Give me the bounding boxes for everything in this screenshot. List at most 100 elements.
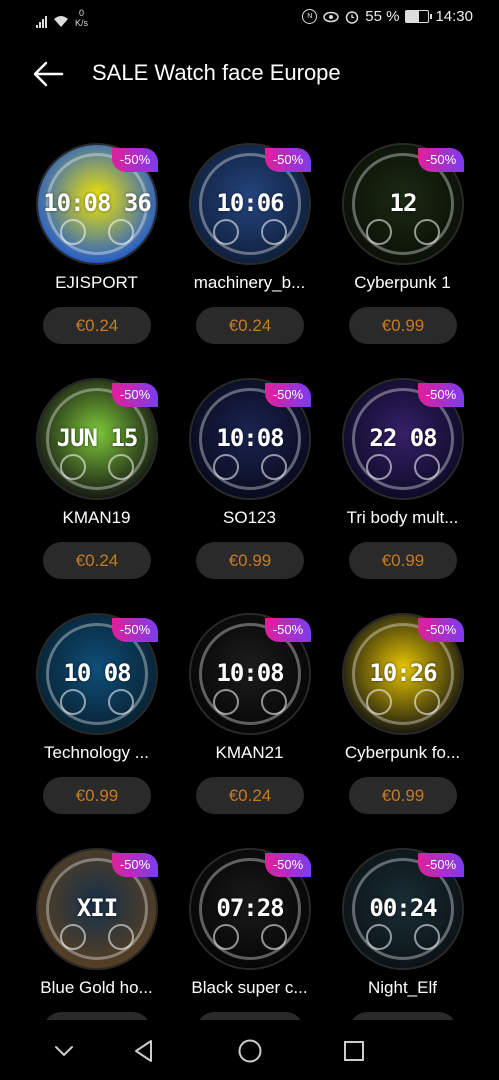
watch-face-name: Cyberpunk fo... [344, 743, 461, 762]
subdial [108, 454, 134, 480]
price-button[interactable]: €0.24 [196, 777, 304, 814]
watch-face-name: SO123 [223, 508, 276, 527]
subdial [366, 219, 392, 245]
subdial [213, 219, 239, 245]
watch-face-time: 00:24 [369, 894, 437, 922]
watch-face-time: XII [76, 894, 118, 922]
nav-home-button[interactable] [236, 1037, 264, 1065]
watch-face-card[interactable]: XII -50% Blue Gold ho... [20, 845, 173, 1040]
square-recents-icon [344, 1041, 364, 1061]
subdial [213, 924, 239, 950]
subdial [366, 924, 392, 950]
nfc-icon: N [302, 9, 318, 24]
signal-icon [36, 14, 47, 28]
page-title: SALE Watch face Europe [92, 60, 341, 85]
hide-nav-button[interactable] [50, 1037, 78, 1065]
subdial [414, 689, 440, 715]
watch-face-name: machinery_b... [193, 273, 306, 292]
nav-back-button[interactable] [130, 1037, 158, 1065]
watch-face-name: Tri body mult... [346, 508, 459, 527]
subdial [414, 454, 440, 480]
watch-face-time: 12 [389, 189, 418, 217]
watch-face-card[interactable]: 10 08 -50% Technology ... €0.99 [20, 610, 173, 845]
subdial [60, 219, 86, 245]
eye-icon [323, 11, 339, 22]
watch-face-time: 10:08 [216, 424, 284, 452]
subdial [261, 219, 287, 245]
watch-face-time: JUN 15 [56, 424, 139, 452]
price-button[interactable]: €0.99 [349, 777, 457, 814]
subdial [60, 454, 86, 480]
watch-face-grid: 10:08 36 -50% EJISPORT €0.24 10:06 -50% machin… [20, 140, 479, 1040]
watch-face-time: 10:08 [216, 659, 284, 687]
wifi-icon [54, 16, 68, 27]
discount-badge: -50% [112, 853, 158, 877]
watch-face-time: 10:26 [369, 659, 437, 687]
network-speed: 0 K/s [75, 8, 89, 28]
watch-face-name: Night_Elf [368, 978, 437, 997]
subdial [261, 454, 287, 480]
watch-face-name: Technology ... [44, 743, 149, 762]
subdial [213, 689, 239, 715]
discount-badge: -50% [112, 148, 158, 172]
watch-face-name: Cyberpunk 1 [354, 273, 451, 292]
discount-badge: -50% [265, 618, 311, 642]
watch-face-card[interactable]: 12 -50% Cyberpunk 1 €0.99 [326, 140, 479, 375]
price-button[interactable]: €0.24 [196, 307, 304, 344]
watch-face-card[interactable]: 00:24 -50% Night_Elf [326, 845, 479, 1040]
watch-face-time: 22 08 [369, 424, 437, 452]
subdial [108, 219, 134, 245]
watch-face-card[interactable]: 10:26 -50% Cyberpunk fo... €0.99 [326, 610, 479, 845]
subdial [261, 689, 287, 715]
subdial [366, 454, 392, 480]
price-button[interactable]: €0.99 [349, 307, 457, 344]
watch-face-card[interactable]: 22 08 -50% Tri body mult... €0.99 [326, 375, 479, 610]
watch-face-name: Blue Gold ho... [40, 978, 153, 997]
battery-percent: 55 % [365, 8, 400, 25]
chevron-down-icon [55, 1046, 73, 1057]
discount-badge: -50% [418, 618, 464, 642]
watch-face-name: KMAN21 [215, 743, 284, 762]
price-button[interactable]: €0.99 [43, 777, 151, 814]
price-button[interactable]: €0.24 [43, 307, 151, 344]
subdial [213, 454, 239, 480]
subdial [108, 689, 134, 715]
subdial [261, 924, 287, 950]
watch-face-time: 10:06 [216, 189, 284, 217]
circle-home-icon [238, 1039, 262, 1063]
app-header: SALE Watch face Europe [0, 50, 499, 98]
watch-face-card[interactable]: 10:06 -50% machinery_b... €0.24 [173, 140, 326, 375]
subdial [414, 924, 440, 950]
discount-badge: -50% [418, 148, 464, 172]
discount-badge: -50% [112, 618, 158, 642]
system-nav-bar [0, 1020, 499, 1080]
price-button[interactable]: €0.99 [349, 542, 457, 579]
watch-face-card[interactable]: JUN 15 -50% KMAN19 €0.24 [20, 375, 173, 610]
watch-face-time: 10:08 36 [43, 189, 152, 217]
watch-face-card[interactable]: 10:08 -50% SO123 €0.99 [173, 375, 326, 610]
discount-badge: -50% [265, 148, 311, 172]
price-button[interactable]: €0.24 [43, 542, 151, 579]
subdial [60, 924, 86, 950]
watch-face-name: Black super c... [191, 978, 308, 997]
subdial [60, 689, 86, 715]
triangle-back-icon [135, 1040, 152, 1062]
discount-badge: -50% [265, 383, 311, 407]
price-button[interactable]: €0.99 [196, 542, 304, 579]
back-button[interactable] [30, 58, 66, 90]
watch-face-name: KMAN19 [62, 508, 131, 527]
watch-face-card[interactable]: 07:28 -50% Black super c... [173, 845, 326, 1040]
discount-badge: -50% [112, 383, 158, 407]
watch-face-card[interactable]: 10:08 -50% KMAN21 €0.24 [173, 610, 326, 845]
status-time: 14:30 [435, 8, 473, 25]
subdial [414, 219, 440, 245]
nav-recents-button[interactable] [340, 1037, 368, 1065]
watch-face-time: 07:28 [216, 894, 284, 922]
status-bar: 0 K/s N 55 % 14:30 [0, 0, 499, 38]
discount-badge: -50% [418, 383, 464, 407]
watch-face-name: EJISPORT [55, 273, 138, 292]
battery-icon [405, 10, 433, 23]
watch-face-card[interactable]: 10:08 36 -50% EJISPORT €0.24 [20, 140, 173, 375]
discount-badge: -50% [265, 853, 311, 877]
alarm-icon [346, 10, 359, 24]
